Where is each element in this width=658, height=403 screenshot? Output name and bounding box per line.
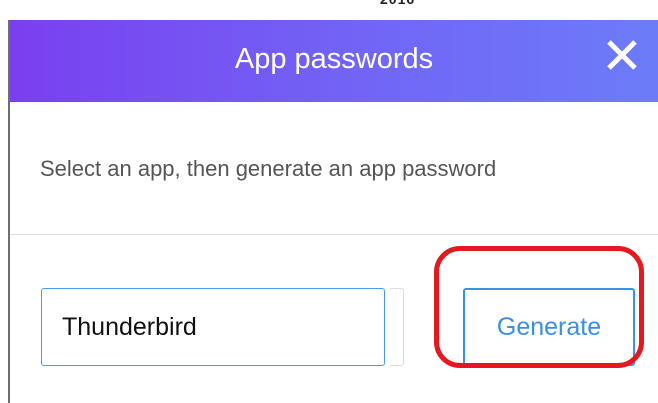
generate-button[interactable]: Generate <box>463 288 635 366</box>
app-passwords-dialog: App passwords Select an app, then genera… <box>10 20 658 403</box>
dialog-instructions: Select an app, then generate an app pass… <box>40 156 497 181</box>
close-button[interactable] <box>602 35 642 75</box>
app-name-field-group <box>41 288 404 368</box>
cropped-heading-text: 2016 <box>380 0 415 7</box>
app-name-input[interactable] <box>41 288 385 366</box>
dialog-title: App passwords <box>234 43 434 75</box>
section-divider <box>10 234 658 235</box>
background-page-edge <box>0 20 10 403</box>
close-icon <box>607 40 637 70</box>
app-select-dropdown-edge[interactable] <box>390 288 404 366</box>
screenshot-page: 2016 App passwords Select an app, then g… <box>0 0 658 403</box>
dialog-header: App passwords <box>10 20 658 102</box>
background-page-strip: 2016 <box>0 0 658 20</box>
